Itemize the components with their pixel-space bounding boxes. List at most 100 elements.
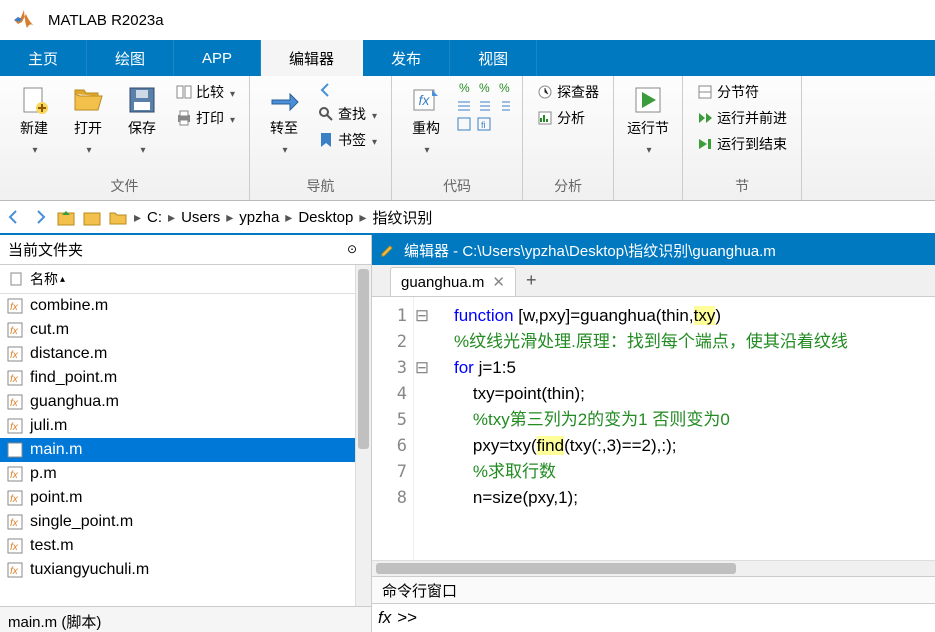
path-up-icon-1[interactable] <box>56 207 76 227</box>
analyze-button[interactable]: 分析 <box>533 106 603 130</box>
list-header[interactable]: 名称▴ <box>0 265 371 294</box>
command-window-title: 命令行窗口 <box>372 576 935 604</box>
path-back-icon[interactable] <box>4 207 24 227</box>
file-row[interactable]: main.m <box>0 438 371 462</box>
crumb-desktop[interactable]: Desktop <box>298 209 353 226</box>
editor-path: 编辑器 - C:\Users\ypzha\Desktop\指纹识别\guangh… <box>404 240 776 261</box>
run-section-button[interactable]: 运行节 <box>624 80 672 160</box>
file-row[interactable]: fxcombine.m <box>0 294 371 318</box>
indent-icon-3[interactable] <box>496 98 512 114</box>
group-code-label: 代码 <box>402 174 512 200</box>
crumb-project[interactable]: 指纹识别 <box>372 207 432 228</box>
path-forward-icon[interactable] <box>30 207 50 227</box>
run-advance-icon <box>697 110 713 126</box>
indent-icon-1[interactable] <box>456 98 472 114</box>
fx-prompt-icon[interactable]: fx <box>378 608 391 628</box>
run-icon <box>632 84 664 116</box>
percent-icon-2[interactable]: % <box>476 80 492 96</box>
m-file-icon <box>6 441 24 459</box>
goto-button[interactable]: 转至 <box>260 80 308 160</box>
print-icon <box>176 110 192 126</box>
bookmark-button[interactable]: 书签 <box>314 128 381 152</box>
file-row[interactable]: fxpoint.m <box>0 486 371 510</box>
percent-icon-1[interactable]: % <box>456 80 472 96</box>
close-tab-icon[interactable]: ✕ <box>492 273 505 291</box>
file-row[interactable]: fxtuxiangyuchuli.m <box>0 558 371 582</box>
svg-text:fx: fx <box>10 374 19 385</box>
clock-icon <box>537 84 553 100</box>
path-up-icon-2[interactable] <box>82 207 102 227</box>
fx-file-icon: fx <box>6 393 24 411</box>
file-row[interactable]: fxjuli.m <box>0 414 371 438</box>
goto-icon <box>268 84 300 116</box>
tab-plots[interactable]: 绘图 <box>87 40 174 76</box>
fx-file-icon: fx <box>6 513 24 531</box>
open-button[interactable]: 打开 <box>64 80 112 160</box>
editor-hscrollbar[interactable] <box>372 560 935 576</box>
compare-button[interactable]: 比较 <box>172 80 239 104</box>
status-bar: main.m (脚本) <box>0 606 371 632</box>
left-scrollbar[interactable] <box>355 265 371 606</box>
section-split-button[interactable]: 分节符 <box>693 80 791 104</box>
minimize-panel-icon[interactable]: ⊙ <box>347 242 363 258</box>
code-icon-1[interactable] <box>456 116 472 132</box>
svg-text:fx: fx <box>10 566 19 577</box>
section-icon <box>697 84 713 100</box>
command-prompt[interactable]: >> <box>397 608 417 628</box>
matlab-logo-icon <box>12 8 36 32</box>
tab-view[interactable]: 视图 <box>450 40 537 76</box>
run-to-end-icon <box>697 136 713 152</box>
svg-text:fx: fx <box>10 422 19 433</box>
refactor-button[interactable]: fx重构 <box>402 80 450 160</box>
nav-back-button[interactable] <box>314 80 381 100</box>
new-file-icon <box>18 84 50 116</box>
explorer-button[interactable]: 探查器 <box>533 80 603 104</box>
file-tab-guanghua[interactable]: guanghua.m✕ <box>390 267 516 296</box>
new-button[interactable]: 新建 <box>10 80 58 160</box>
find-button[interactable]: 查找 <box>314 102 381 126</box>
code-content[interactable]: function [w,pxy]=guanghua(thin,txy) %纹线光… <box>430 297 935 560</box>
fx-file-icon: fx <box>6 537 24 555</box>
svg-text:fx: fx <box>10 518 19 529</box>
fx-file-icon: fx <box>6 297 24 315</box>
file-row[interactable]: fxdistance.m <box>0 342 371 366</box>
tab-home[interactable]: 主页 <box>0 40 87 76</box>
folder-icon[interactable] <box>108 207 128 227</box>
file-row[interactable]: fxcut.m <box>0 318 371 342</box>
current-folder-title: 当前文件夹⊙ <box>0 235 371 265</box>
fold-column[interactable]: ⊟ ⊟ <box>414 297 430 560</box>
open-folder-icon <box>72 84 104 116</box>
fx-file-icon: fx <box>6 489 24 507</box>
editor-icon <box>380 242 396 258</box>
code-icon-2[interactable]: fi <box>476 116 492 132</box>
svg-text:fx: fx <box>10 302 19 313</box>
window-title: MATLAB R2023a <box>44 12 164 29</box>
group-run-label <box>624 194 672 200</box>
compare-icon <box>176 84 192 100</box>
save-button[interactable]: 保存 <box>118 80 166 160</box>
crumb-user[interactable]: ypzha <box>239 209 279 226</box>
svg-text:fx: fx <box>10 350 19 361</box>
run-advance-button[interactable]: 运行并前进 <box>693 106 791 130</box>
file-row[interactable]: fxsingle_point.m <box>0 510 371 534</box>
crumb-drive[interactable]: C: <box>147 209 162 226</box>
tab-editor[interactable]: 编辑器 <box>261 40 363 76</box>
add-tab-button[interactable]: + <box>516 265 547 296</box>
tab-publish[interactable]: 发布 <box>363 40 450 76</box>
print-button[interactable]: 打印 <box>172 106 239 130</box>
file-row[interactable]: fxtest.m <box>0 534 371 558</box>
percent-icon-3[interactable]: % <box>496 80 512 96</box>
svg-text:%: % <box>459 81 470 95</box>
file-list: fxcombine.mfxcut.mfxdistance.mfxfind_poi… <box>0 294 371 606</box>
group-section-label: 节 <box>693 174 791 200</box>
run-to-end-button[interactable]: 运行到结束 <box>693 132 791 156</box>
svg-text:%: % <box>479 81 490 95</box>
path-sep: ▸ <box>134 209 141 226</box>
file-row[interactable]: fxp.m <box>0 462 371 486</box>
svg-text:fx: fx <box>10 326 19 337</box>
tab-app[interactable]: APP <box>174 40 261 76</box>
file-row[interactable]: fxfind_point.m <box>0 366 371 390</box>
file-row[interactable]: fxguanghua.m <box>0 390 371 414</box>
indent-icon-2[interactable] <box>476 98 492 114</box>
crumb-users[interactable]: Users <box>181 209 220 226</box>
